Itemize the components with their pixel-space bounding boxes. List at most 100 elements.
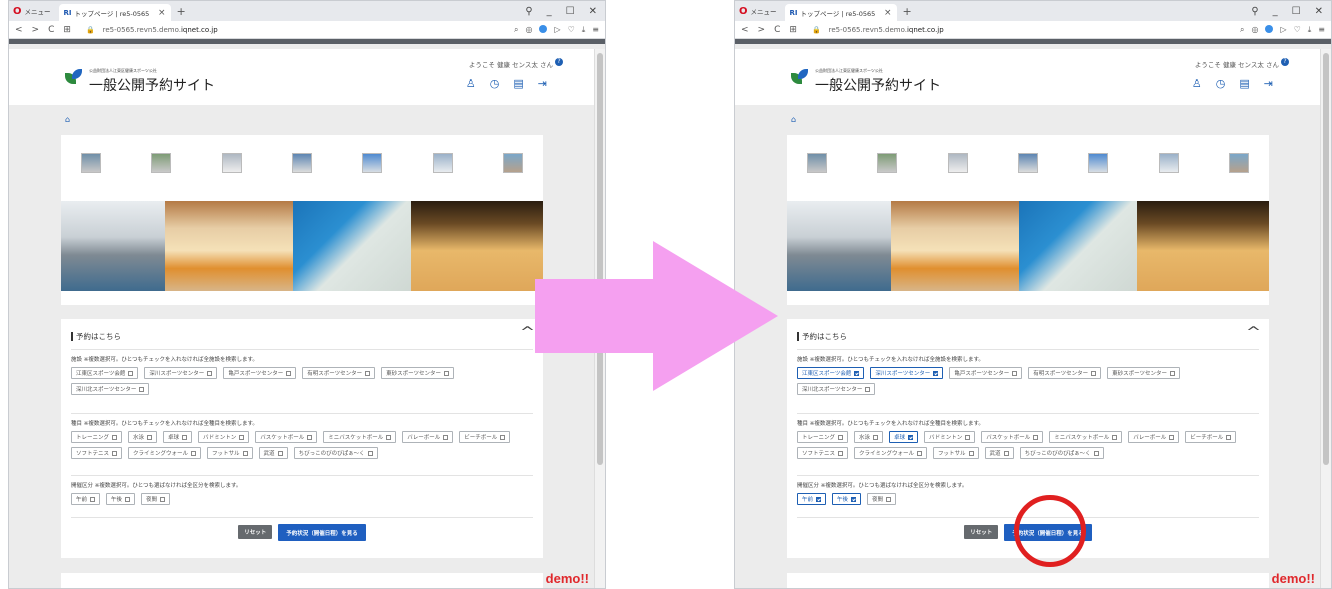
reload-icon[interactable]: C (774, 25, 780, 35)
reload-icon[interactable]: C (48, 25, 54, 35)
categorie-checkbox[interactable]: ちびっこのびのびぱぁ〜く (293, 447, 378, 459)
maximize-icon[interactable]: ☐ (566, 6, 575, 17)
categorie-checkbox[interactable]: バドミントン (924, 431, 976, 443)
categorie-checkbox[interactable]: 卓球 (889, 431, 919, 443)
close-tab-icon[interactable]: × (884, 8, 892, 18)
facilitie-checkbox[interactable]: 有明スポーツセンター (302, 367, 376, 379)
categorie-checkbox[interactable]: ちびっこのびのびぱぁ〜く (1019, 447, 1104, 459)
facility-thumb[interactable] (1017, 153, 1038, 173)
facility-thumb[interactable] (221, 153, 242, 173)
view-availability-button[interactable]: 予約状況（開催日程）を見る (278, 524, 366, 541)
menu-icon[interactable]: ≡ (592, 25, 599, 35)
home-icon[interactable]: ⌂ (791, 115, 796, 124)
timeslot-checkbox[interactable]: 午前 (797, 493, 827, 505)
download-icon[interactable]: ⤓ (1308, 25, 1312, 35)
menu-label[interactable]: メニュー (25, 6, 51, 16)
facilitie-checkbox[interactable]: 東砂スポーツセンター (381, 367, 455, 379)
download-icon[interactable]: ⤓ (582, 25, 586, 35)
camera-icon[interactable]: ◎ (1251, 25, 1258, 35)
facilitie-checkbox[interactable]: 深川スポーツセンター (870, 367, 944, 379)
categorie-checkbox[interactable]: ソフトテニス (71, 447, 123, 459)
maximize-icon[interactable]: ☐ (1292, 6, 1301, 17)
categorie-checkbox[interactable]: ビーチボール (459, 431, 511, 443)
user-icon[interactable]: ♙ (466, 77, 476, 90)
facility-thumb[interactable] (877, 153, 898, 173)
categorie-checkbox[interactable]: バドミントン (198, 431, 250, 443)
browser-tab[interactable]: RI トップページ | re5-0565 × (784, 4, 897, 21)
categorie-checkbox[interactable]: フットサル (933, 447, 979, 459)
browser-tab[interactable]: RI トップページ | re5-0565 × (58, 4, 171, 21)
close-window-icon[interactable]: ✕ (1315, 6, 1323, 17)
categorie-checkbox[interactable]: バスケットボール (255, 431, 318, 443)
reset-button[interactable]: リセット (238, 525, 273, 539)
categorie-checkbox[interactable]: クライミングウォール (128, 447, 202, 459)
categorie-checkbox[interactable]: ソフトテニス (797, 447, 849, 459)
facilitie-checkbox[interactable]: 深川北スポーツセンター (797, 383, 876, 395)
facilitie-checkbox[interactable]: 亀戸スポーツセンター (949, 367, 1023, 379)
facilitie-checkbox[interactable]: 東砂スポーツセンター (1107, 367, 1181, 379)
categorie-checkbox[interactable]: バレーボール (402, 431, 454, 443)
facility-thumb[interactable] (1088, 153, 1109, 173)
back-icon[interactable]: < (15, 25, 23, 35)
site-title[interactable]: 一般公開予約サイト (815, 75, 941, 95)
categorie-checkbox[interactable]: 水泳 (854, 431, 884, 443)
camera-icon[interactable]: ◎ (525, 25, 532, 35)
timeslot-checkbox[interactable]: 午後 (832, 493, 862, 505)
logo-icon[interactable] (65, 69, 83, 85)
close-window-icon[interactable]: ✕ (589, 6, 597, 17)
send-icon[interactable]: ▷ (1280, 25, 1286, 35)
logo-icon[interactable] (791, 69, 809, 85)
facilitie-checkbox[interactable]: 有明スポーツセンター (1028, 367, 1102, 379)
vpn-shield-icon[interactable] (539, 24, 548, 33)
search-page-icon[interactable]: ⌕ (514, 25, 518, 35)
opera-logo-icon[interactable]: O (739, 6, 748, 17)
minimize-icon[interactable]: _ (547, 6, 552, 17)
send-icon[interactable]: ▷ (554, 25, 560, 35)
categorie-checkbox[interactable]: ミニバスケットボール (1049, 431, 1123, 443)
document-icon[interactable]: ▤ (513, 77, 523, 90)
categorie-checkbox[interactable]: 武道 (258, 447, 288, 459)
history-icon[interactable]: ◷ (1216, 77, 1226, 90)
help-icon[interactable]: ? (1281, 58, 1289, 66)
categorie-checkbox[interactable]: トレーニング (797, 431, 849, 443)
heart-icon[interactable]: ♡ (568, 25, 575, 35)
help-icon[interactable]: ? (555, 58, 563, 66)
grid-icon[interactable]: ⊞ (63, 25, 71, 35)
search-icon[interactable]: ⚲ (525, 6, 532, 17)
facilitie-checkbox[interactable]: 深川スポーツセンター (144, 367, 218, 379)
categorie-checkbox[interactable]: 卓球 (163, 431, 193, 443)
heart-icon[interactable]: ♡ (1294, 25, 1301, 35)
facility-thumb[interactable] (151, 153, 172, 173)
facility-thumb[interactable] (81, 153, 101, 173)
facility-thumb[interactable] (291, 153, 312, 173)
home-icon[interactable]: ⌂ (65, 115, 70, 124)
logout-icon[interactable]: ⇥ (538, 77, 547, 90)
facility-thumb[interactable] (947, 153, 968, 173)
facility-thumb[interactable] (807, 153, 827, 173)
minimize-icon[interactable]: _ (1273, 6, 1278, 17)
search-page-icon[interactable]: ⌕ (1240, 25, 1244, 35)
menu-icon[interactable]: ≡ (1318, 25, 1325, 35)
document-icon[interactable]: ▤ (1239, 77, 1249, 90)
scrollbar[interactable] (1320, 49, 1331, 588)
categorie-checkbox[interactable]: バレーボール (1128, 431, 1180, 443)
facilitie-checkbox[interactable]: 深川北スポーツセンター (71, 383, 150, 395)
url-field[interactable]: re5-0565.revn5.demo.iqnet.co.jp (103, 26, 218, 34)
categorie-checkbox[interactable]: 武道 (984, 447, 1014, 459)
facilitie-checkbox[interactable]: 江東区スポーツ会館 (71, 367, 139, 379)
facilitie-checkbox[interactable]: 亀戸スポーツセンター (223, 367, 297, 379)
user-icon[interactable]: ♙ (1192, 77, 1202, 90)
facility-thumb[interactable] (432, 153, 453, 173)
categorie-checkbox[interactable]: トレーニング (71, 431, 123, 443)
history-icon[interactable]: ◷ (490, 77, 500, 90)
categorie-checkbox[interactable]: バスケットボール (981, 431, 1044, 443)
back-icon[interactable]: < (741, 25, 749, 35)
logout-icon[interactable]: ⇥ (1264, 77, 1273, 90)
site-title[interactable]: 一般公開予約サイト (89, 75, 215, 95)
timeslot-checkbox[interactable]: 午前 (71, 493, 101, 505)
new-tab-icon[interactable]: + (177, 5, 186, 18)
chevron-up-icon[interactable]: ^ (1246, 325, 1261, 340)
close-tab-icon[interactable]: × (158, 8, 166, 18)
forward-icon[interactable]: > (32, 25, 40, 35)
categorie-checkbox[interactable]: ミニバスケットボール (323, 431, 397, 443)
